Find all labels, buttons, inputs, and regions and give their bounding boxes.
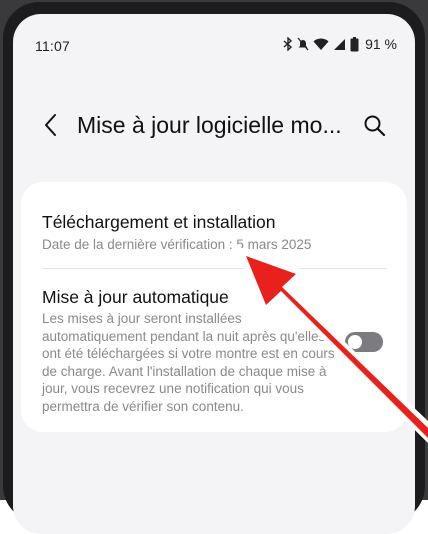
phone-screen: 11:07 91 % Mise à jour logicielle mo... … (13, 14, 415, 534)
app-header: Mise à jour logicielle mo... (13, 108, 415, 144)
last-check-date: Date de la dernière vérification : 5 mar… (42, 237, 312, 252)
battery-icon (350, 36, 359, 51)
auto-update-title: Mise à jour automatique (42, 287, 229, 307)
settings-card: Téléchargement et installation Date de l… (21, 182, 407, 432)
download-install-title: Téléchargement et installation (42, 212, 276, 232)
page-title-text: Mise à jour logicielle mo (77, 112, 323, 138)
search-button[interactable] (361, 112, 389, 140)
chevron-left-icon (45, 114, 56, 136)
page-title: Mise à jour logicielle mo... (77, 112, 342, 139)
signal-icon (334, 38, 346, 50)
status-time: 11:07 (35, 38, 70, 54)
download-install-item[interactable]: Téléchargement et installation Date de l… (21, 182, 407, 254)
auto-update-toggle[interactable] (345, 332, 383, 352)
back-button[interactable] (39, 110, 63, 140)
page-title-ellipsis: ... (322, 112, 342, 138)
toggle-knob (348, 335, 362, 349)
wifi-icon (313, 38, 329, 50)
silent-icon (297, 37, 309, 51)
divider (42, 268, 387, 269)
auto-update-description: Les mises à jour seront installées autom… (42, 311, 335, 414)
status-icons: 91 % (283, 36, 397, 52)
status-bar: 11:07 91 % (13, 36, 415, 56)
battery-level: 91 % (365, 36, 397, 52)
auto-update-item[interactable]: Mise à jour automatique Les mises à jour… (21, 272, 407, 432)
bluetooth-icon (283, 37, 293, 51)
search-icon (364, 115, 386, 137)
